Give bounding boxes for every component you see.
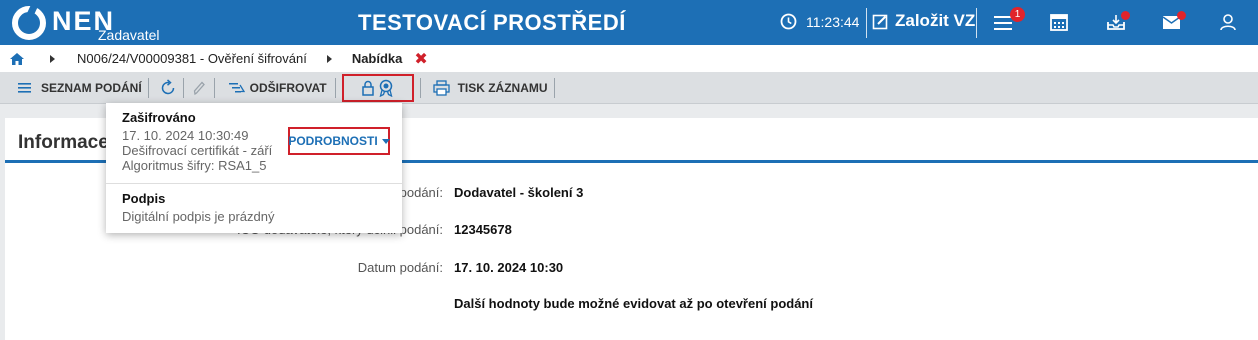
- encryption-algorithm: Algoritmus šifry: RSA1_5: [122, 158, 267, 173]
- certificate-icon: [379, 79, 392, 97]
- mail-alert-dot: [1177, 11, 1186, 20]
- user-icon: [1220, 14, 1236, 31]
- info-note: Další hodnoty bude možné evidovat až po …: [454, 296, 813, 311]
- create-vz-label: Založit VZ: [895, 11, 976, 30]
- top-bar: NEN Zadavatel TESTOVACÍ PROSTŘEDÍ 11:23:…: [0, 0, 1258, 45]
- divider: [976, 8, 977, 38]
- breadcrumb-item-tender[interactable]: N006/24/V00009381 - Ověření šifrování: [77, 51, 307, 66]
- details-button[interactable]: PODROBNOSTI: [288, 127, 390, 155]
- popup-divider: [106, 183, 402, 184]
- row-label: podání:: [399, 185, 443, 200]
- encryption-certificate: Dešifrovací certifikát - září: [122, 143, 273, 158]
- breadcrumb-arrow-icon: [326, 54, 332, 63]
- encrypted-title: Zašifrováno: [122, 110, 196, 125]
- logo-mark-icon: [12, 6, 46, 40]
- signature-status-popup: Zašifrováno 17. 10. 2024 10:30:49 Dešifr…: [106, 103, 402, 233]
- panel-title: Informace: [18, 132, 109, 153]
- refresh-icon: [161, 78, 174, 94]
- signature-title: Podpis: [122, 191, 166, 206]
- row-label: Datum podání:: [357, 260, 443, 275]
- print-record-label: TISK ZÁZNAMU: [457, 80, 548, 95]
- close-icon[interactable]: ✖: [414, 49, 427, 69]
- edit-icon: [872, 14, 888, 29]
- menu-button[interactable]: 1: [994, 7, 1025, 37]
- row-value: 12345678: [454, 222, 512, 237]
- breadcrumb: N006/24/V00009381 - Ověření šifrování Na…: [0, 45, 1258, 72]
- submissions-list-label: SEZNAM PODÁNÍ: [41, 80, 142, 95]
- info-row: Datum podání:: [5, 260, 443, 276]
- lock-icon: [361, 80, 374, 96]
- print-record-button[interactable]: TISK ZÁZNAMU: [421, 72, 554, 103]
- inbox-alert-dot: [1121, 11, 1130, 20]
- divider: [866, 8, 867, 38]
- edit-button[interactable]: [184, 72, 214, 103]
- list-icon: [18, 82, 31, 93]
- signature-status-button[interactable]: [341, 73, 414, 102]
- signature-text: Digitální podpis je prázdný: [122, 209, 275, 224]
- breadcrumb-arrow-icon: [50, 54, 55, 63]
- row-value: Dodavatel - školení 3: [454, 185, 584, 200]
- submissions-list-button[interactable]: SEZNAM PODÁNÍ: [0, 72, 148, 103]
- encrypted-date: 17. 10. 2024 10:30:49: [122, 128, 249, 143]
- clock-icon: [780, 13, 797, 30]
- calendar-icon: [1050, 14, 1068, 31]
- breadcrumb-current: Nabídka: [351, 51, 403, 66]
- create-vz-button[interactable]: Založit VZ: [872, 11, 975, 31]
- home-icon: [10, 52, 24, 65]
- decrypt-button[interactable]: ODŠIFROVAT: [215, 72, 335, 103]
- toolbar: SEZNAM PODÁNÍ ODŠIFROVAT TISK ZÁZNAMU: [0, 72, 1258, 104]
- clock-time: 11:23:44: [806, 13, 860, 30]
- user-button[interactable]: [1219, 13, 1237, 36]
- home-link[interactable]: [10, 52, 24, 65]
- refresh-button[interactable]: [149, 72, 183, 103]
- session-clock: 11:23:44: [780, 13, 859, 30]
- decrypt-label: ODŠIFROVAT: [249, 80, 327, 95]
- caret-down-icon: [381, 138, 390, 144]
- inbox-button[interactable]: [1106, 11, 1130, 36]
- print-icon: [432, 79, 450, 96]
- toolbar-divider: [553, 77, 555, 98]
- decrypt-icon: [228, 82, 245, 92]
- notification-badge: 1: [1010, 7, 1025, 22]
- logo-subtitle: Zadavatel: [98, 27, 160, 43]
- toolbar-divider: [334, 77, 336, 98]
- pencil-icon: [193, 81, 205, 95]
- row-value: 17. 10. 2024 10:30: [454, 260, 564, 275]
- environment-title: TESTOVACÍ PROSTŘEDÍ: [358, 10, 626, 35]
- details-label: PODROBNOSTI: [288, 134, 378, 148]
- mail-button[interactable]: [1162, 11, 1186, 35]
- calendar-button[interactable]: [1050, 13, 1068, 36]
